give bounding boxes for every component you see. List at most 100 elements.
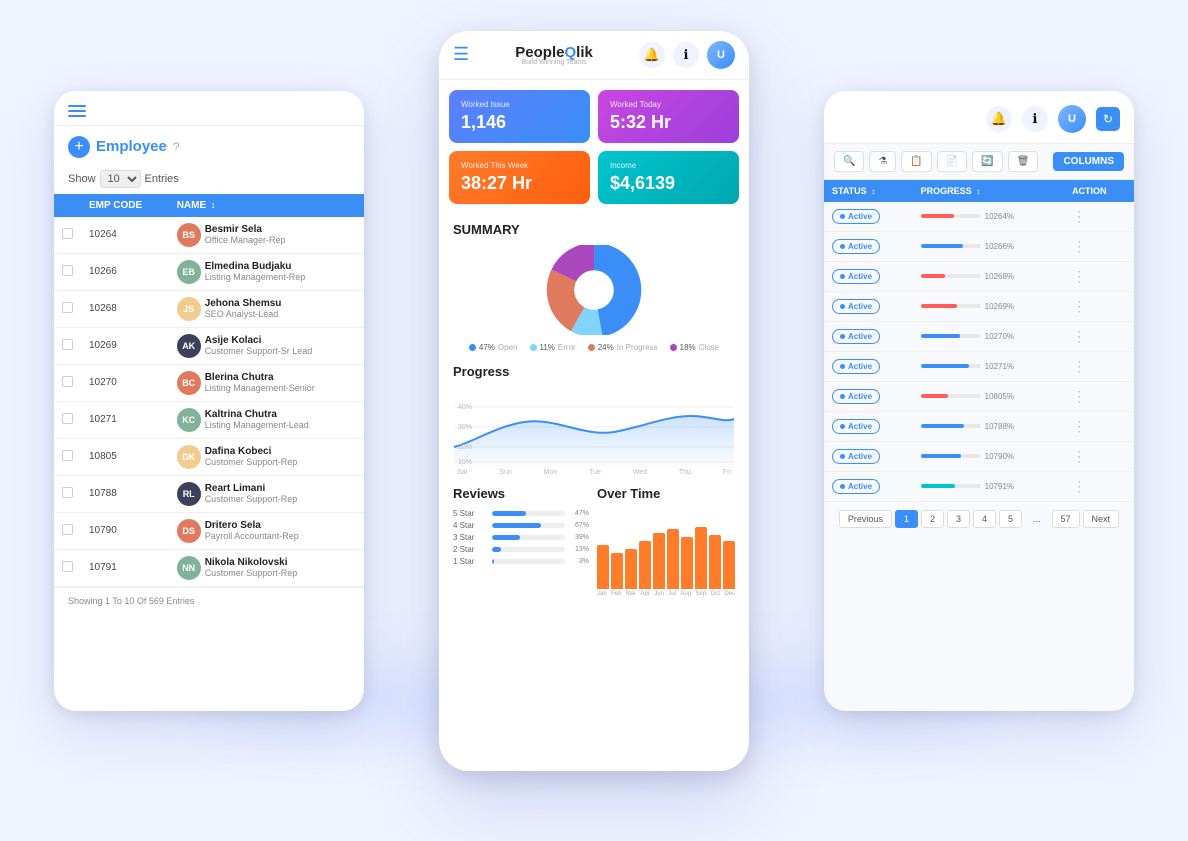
user-avatar-right[interactable]: U	[1058, 105, 1086, 133]
overtime-label: Feb	[611, 591, 621, 597]
phone-hamburger-icon[interactable]: ☰	[453, 44, 469, 65]
header-icons: 🔔 ℹ U	[639, 41, 735, 69]
table-row: Active 10790% ⋮	[824, 441, 1134, 471]
copy-button[interactable]: 📋	[901, 151, 931, 172]
app-tagline: Build Winning Teams	[515, 59, 593, 66]
action-cell[interactable]: ⋮	[1064, 321, 1134, 351]
bar	[611, 553, 623, 589]
emp-name-cell: DK Dafina Kobeci Customer Support-Rep	[169, 438, 364, 475]
bar	[625, 549, 637, 589]
columns-button[interactable]: COLUMNS	[1053, 152, 1124, 171]
overtime-label: Dec	[724, 591, 735, 597]
page-3-button[interactable]: 3	[947, 510, 970, 528]
row-checkbox[interactable]	[54, 327, 81, 364]
row-checkbox[interactable]	[54, 512, 81, 549]
review-pct: 39%	[569, 534, 589, 541]
status-cell: Active	[824, 261, 913, 291]
emp-code-cell: 10264	[81, 217, 169, 254]
action-cell[interactable]: ⋮	[1064, 291, 1134, 321]
reviews-title: Reviews	[453, 486, 589, 501]
action-cell[interactable]: ⋮	[1064, 471, 1134, 501]
col-checkbox	[54, 194, 81, 217]
page-2-button[interactable]: 2	[921, 510, 944, 528]
row-checkbox[interactable]	[54, 253, 81, 290]
action-cell[interactable]: ⋮	[1064, 202, 1134, 232]
bell-icon[interactable]: 🔔	[639, 42, 665, 68]
page-5-button[interactable]: 5	[999, 510, 1022, 528]
row-checkbox[interactable]	[54, 475, 81, 512]
progress-cell: 10270%	[913, 321, 1064, 351]
action-cell[interactable]: ⋮	[1064, 411, 1134, 441]
emp-name-cell: AK Asije Kolaci Customer Support-Sr Lead	[169, 327, 364, 364]
action-cell[interactable]: ⋮	[1064, 351, 1134, 381]
table-row: 10788 RL Reart Limani Customer Support-R…	[54, 475, 364, 512]
summary-section: SUMMARY 47% Open 11%	[439, 214, 749, 356]
add-employee-button[interactable]: +	[68, 136, 90, 158]
filter-button[interactable]: ⚗	[869, 151, 896, 172]
stat-value: 1,146	[461, 112, 578, 133]
search-button[interactable]: 🔍	[834, 151, 864, 172]
table-row: 10270 BC Blerina Chutra Listing Manageme…	[54, 364, 364, 401]
emp-name-cell: EB Elmedina Budjaku Listing Management-R…	[169, 253, 364, 290]
row-checkbox[interactable]	[54, 438, 81, 475]
review-pct: 47%	[569, 510, 589, 517]
center-phone: ☰ PeopleQlik Build Winning Teams 🔔 ℹ U W…	[439, 31, 749, 771]
action-cell[interactable]: ⋮	[1064, 231, 1134, 261]
col-empcode[interactable]: EMP CODE	[81, 194, 169, 217]
row-checkbox[interactable]	[54, 364, 81, 401]
left-tablet-header	[54, 91, 364, 126]
next-button[interactable]: Next	[1083, 510, 1120, 528]
review-row: 2 Star 13%	[453, 545, 589, 554]
user-avatar[interactable]: U	[707, 41, 735, 69]
col-name[interactable]: NAME ↕	[169, 194, 364, 217]
legend-item: 18% Close	[670, 343, 719, 352]
help-icon[interactable]: ?	[173, 140, 180, 154]
status-cell: Active	[824, 231, 913, 261]
info-icon[interactable]: ℹ	[673, 42, 699, 68]
overtime-bar	[611, 553, 623, 589]
row-checkbox[interactable]	[54, 290, 81, 327]
bell-icon-right[interactable]: 🔔	[986, 106, 1012, 132]
bar	[695, 527, 707, 589]
emp-name-cell: RL Reart Limani Customer Support-Rep	[169, 475, 364, 512]
svg-text:10%: 10%	[458, 459, 472, 466]
refresh-data-button[interactable]: 🔄	[972, 151, 1002, 172]
review-pct: 13%	[569, 546, 589, 553]
page-1-button[interactable]: 1	[895, 510, 918, 528]
hamburger-icon[interactable]	[68, 105, 86, 117]
review-label: 3 Star	[453, 533, 488, 542]
table-controls: Show 10 25 50 Entries	[54, 164, 364, 194]
row-checkbox[interactable]	[54, 217, 81, 254]
row-checkbox[interactable]	[54, 549, 81, 586]
action-cell[interactable]: ⋮	[1064, 381, 1134, 411]
action-cell[interactable]: ⋮	[1064, 441, 1134, 471]
prev-button[interactable]: Previous	[839, 510, 892, 528]
progress-cell: 10788%	[913, 411, 1064, 441]
page-57-button[interactable]: 57	[1052, 510, 1080, 528]
delete-button[interactable]: 🗑	[1008, 151, 1039, 172]
left-tablet: + Employee ? Show 10 25 50 Entries EMP C…	[54, 91, 364, 711]
legend-pct: 11%	[540, 343, 555, 352]
page-4-button[interactable]: 4	[973, 510, 996, 528]
pie-chart-container: 47% Open 11% Error 24% In Progress 18% C…	[453, 245, 735, 352]
bar	[653, 533, 665, 589]
overtime-label: Aug	[680, 591, 691, 597]
table-row: Active 10805% ⋮	[824, 381, 1134, 411]
entries-select[interactable]: 10 25 50	[100, 170, 141, 188]
action-cell[interactable]: ⋮	[1064, 261, 1134, 291]
emp-code-cell: 10790	[81, 512, 169, 549]
row-checkbox[interactable]	[54, 401, 81, 438]
refresh-button[interactable]: ↻	[1096, 107, 1120, 131]
employee-table: EMP CODE NAME ↕ 10264 BS Besmir Sela Off…	[54, 194, 364, 587]
info-icon-right[interactable]: ℹ	[1022, 106, 1048, 132]
progress-col-header[interactable]: PROGRESS ↕	[913, 180, 1064, 202]
status-col-header[interactable]: STATUS ↕	[824, 180, 913, 202]
emp-code-cell: 10269	[81, 327, 169, 364]
legend-label: Open	[498, 343, 518, 352]
stat-value: 38:27 Hr	[461, 173, 578, 194]
table-row: 10268 JS Jehona Shemsu SEO Analyst-Lead	[54, 290, 364, 327]
overtime-bar	[597, 545, 609, 589]
export-button[interactable]: 📄	[937, 151, 967, 172]
progress-cell: 10264%	[913, 202, 1064, 232]
legend-item: 47% Open	[469, 343, 518, 352]
